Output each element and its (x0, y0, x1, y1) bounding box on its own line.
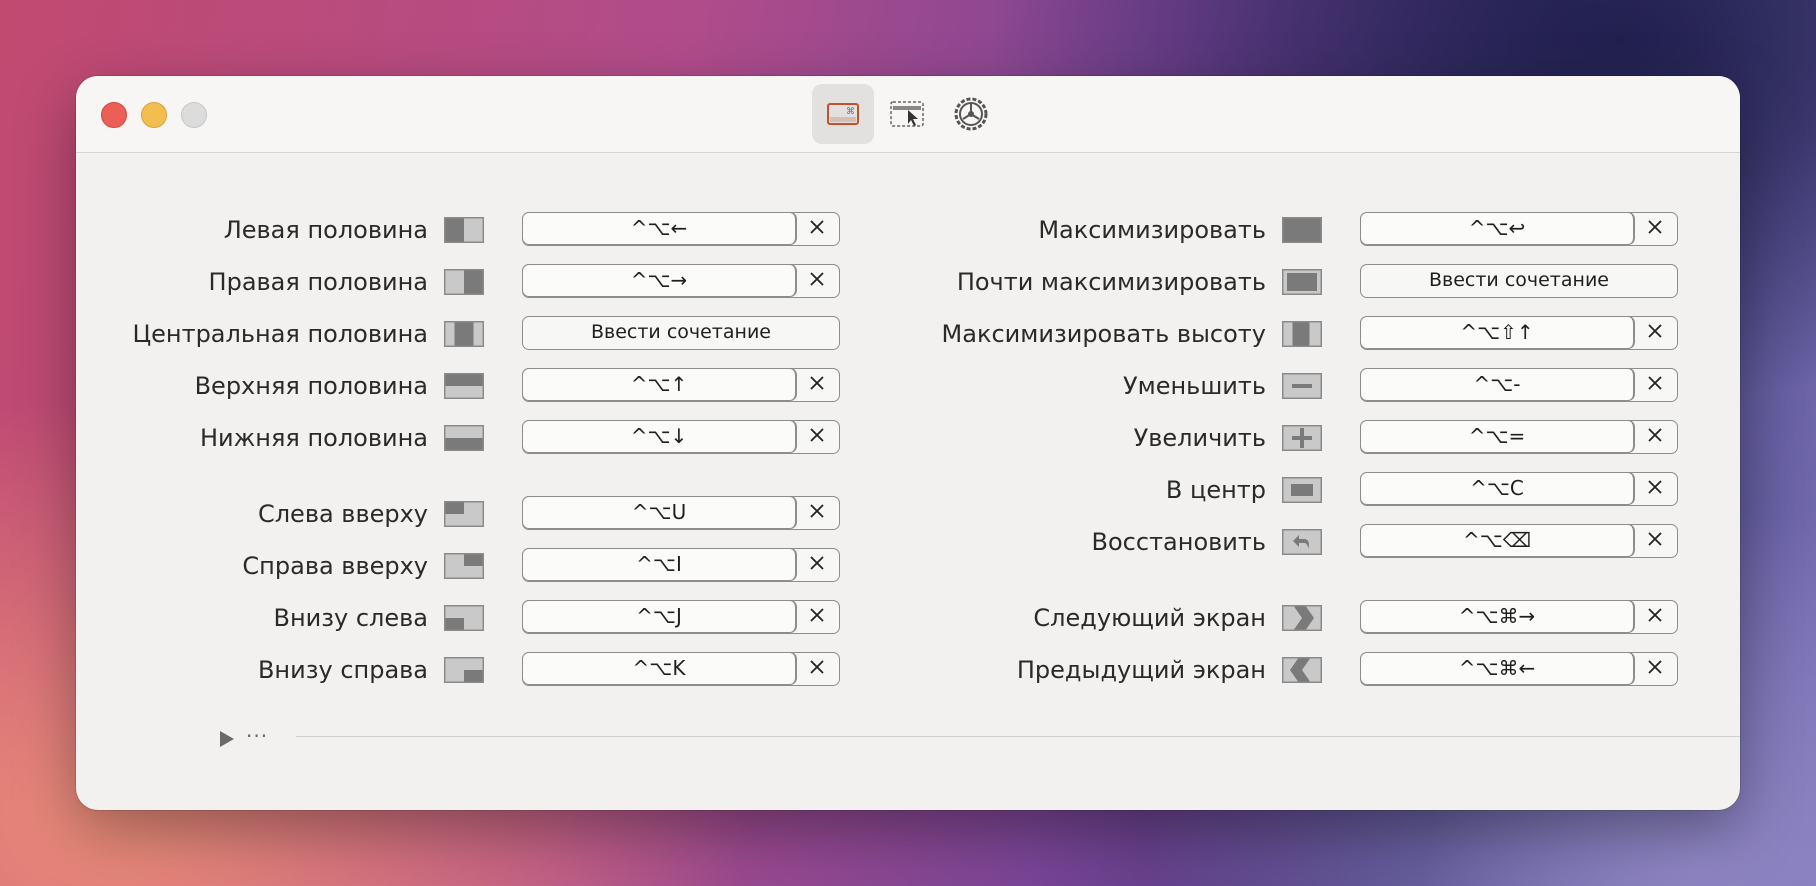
clear-shortcut-button[interactable] (1633, 473, 1677, 504)
keyboard-shortcut-icon: ⌘ (827, 103, 859, 125)
shortcut-keys[interactable]: ^⌥= (1361, 421, 1634, 452)
close-icon (1647, 607, 1663, 627)
shortcut-label: Почти максимизировать (956, 268, 1266, 296)
footer-divider (296, 736, 1740, 737)
shortcut-keys[interactable]: ^⌥⌘← (1361, 653, 1634, 684)
svg-text:⌘: ⌘ (846, 107, 855, 117)
shortcuts-tab[interactable]: ⌘ (812, 84, 874, 144)
close-icon (1647, 427, 1663, 447)
record-shortcut-placeholder[interactable]: Ввести сочетание (1361, 265, 1677, 296)
center-icon (1282, 477, 1322, 503)
shortcut-recorder[interactable]: ^⌥⌘← (1360, 652, 1678, 686)
shortcut-recorder[interactable]: ^⌥⌫ (1360, 524, 1678, 558)
clear-shortcut-button[interactable] (1633, 653, 1677, 684)
more-dots[interactable]: ··· (246, 724, 268, 748)
maximize-icon (1282, 217, 1322, 243)
shortcut-keys[interactable]: ^⌥⌘→ (1361, 601, 1634, 632)
shortcut-label: Максимизировать высоту (941, 320, 1266, 348)
shortcut-label: Предыдущий экран (1016, 656, 1266, 684)
clear-shortcut-button[interactable] (1633, 525, 1677, 556)
clear-shortcut-button[interactable] (1633, 421, 1677, 452)
snap-areas-tab[interactable] (876, 84, 938, 144)
shortcut-recorder[interactable]: ^⌥↩ (1360, 212, 1678, 246)
previous-display-icon (1282, 657, 1322, 683)
shortcut-recorder[interactable]: ^⌥⇧↑ (1360, 316, 1678, 350)
shortcut-label: Максимизировать (1038, 216, 1266, 244)
window-cursor-icon (890, 101, 924, 127)
clear-shortcut-button[interactable] (1633, 601, 1677, 632)
shortcut-label: Увеличить (1133, 424, 1266, 452)
close-icon (1647, 479, 1663, 499)
preferences-window: ⌘ Левая половина ^⌥← Правая половина ^⌥→ Цен… (76, 76, 1740, 810)
close-icon (1647, 375, 1663, 395)
close-icon (1647, 531, 1663, 551)
shortcut-keys[interactable]: ^⌥⇧↑ (1361, 317, 1634, 348)
shortcut-row: Максимизировать ^⌥↩ (76, 212, 1740, 248)
shortcut-keys[interactable]: ^⌥- (1361, 369, 1634, 400)
next-display-icon (1282, 605, 1322, 631)
clear-shortcut-button[interactable] (1633, 213, 1677, 244)
minimize-window-button[interactable] (141, 102, 167, 128)
shortcut-label: Следующий экран (1033, 604, 1266, 632)
plus-icon (1282, 425, 1322, 451)
shortcut-keys[interactable]: ^⌥⌫ (1361, 525, 1634, 556)
title-bar: ⌘ (76, 76, 1740, 153)
close-window-button[interactable] (101, 102, 127, 128)
clear-shortcut-button[interactable] (1633, 369, 1677, 400)
shortcut-row: Максимизировать высоту ^⌥⇧↑ (76, 316, 1740, 352)
shortcut-row: Увеличить ^⌥= (76, 420, 1740, 456)
shortcut-recorder[interactable]: ^⌥- (1360, 368, 1678, 402)
close-icon (1647, 323, 1663, 343)
shortcut-recorder[interactable]: ^⌥⌘→ (1360, 600, 1678, 634)
play-triangle-icon[interactable] (218, 730, 236, 748)
gear-icon (954, 97, 988, 131)
shortcut-keys[interactable]: ^⌥↩ (1361, 213, 1634, 244)
settings-tab[interactable] (940, 84, 1002, 144)
shortcut-keys[interactable]: ^⌥C (1361, 473, 1634, 504)
shortcut-recorder[interactable]: Ввести сочетание (1360, 264, 1678, 298)
shortcut-label: Восстановить (1091, 528, 1266, 556)
shortcut-row: Почти максимизировать Ввести сочетание (76, 264, 1740, 300)
shortcut-row: Следующий экран ^⌥⌘→ (76, 600, 1740, 636)
shortcut-recorder[interactable]: ^⌥C (1360, 472, 1678, 506)
shortcut-recorder[interactable]: ^⌥= (1360, 420, 1678, 454)
shortcut-label: Уменьшить (1122, 372, 1266, 400)
close-icon (1647, 659, 1663, 679)
almost-maximize-icon (1282, 269, 1322, 295)
shortcut-row: Уменьшить ^⌥- (76, 368, 1740, 404)
shortcut-row: Предыдущий экран ^⌥⌘← (76, 652, 1740, 688)
shortcut-row: Восстановить ^⌥⌫ (76, 524, 1740, 560)
shortcut-label: В центр (1165, 476, 1266, 504)
minus-icon (1282, 373, 1322, 399)
shortcut-row: В центр ^⌥C (76, 472, 1740, 508)
restore-icon (1282, 529, 1322, 555)
maximize-height-icon (1282, 321, 1322, 347)
close-icon (1647, 219, 1663, 239)
clear-shortcut-button[interactable] (1633, 317, 1677, 348)
zoom-window-button[interactable] (181, 102, 207, 128)
